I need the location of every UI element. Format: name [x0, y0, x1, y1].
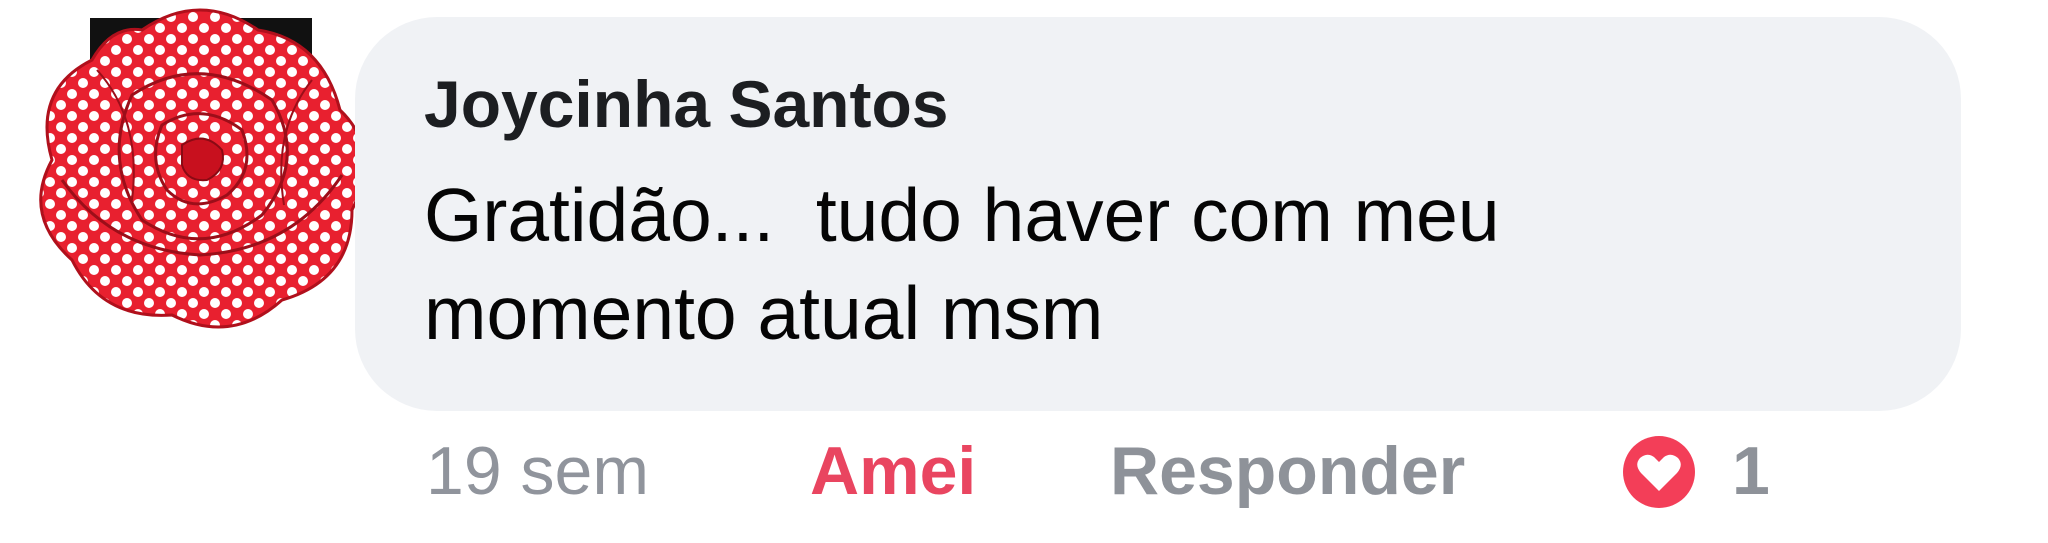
heart-icon[interactable] [1623, 436, 1695, 508]
reply-button[interactable]: Responder [1110, 426, 1465, 516]
comment-text: Gratidão... tudo haver com meu momento a… [424, 173, 1500, 355]
comment-timestamp[interactable]: 19 sem [426, 426, 649, 516]
comment-author[interactable]: Joycinha Santos [424, 66, 949, 142]
rose-avatar-image [39, 8, 366, 329]
like-button[interactable]: Amei [810, 426, 976, 516]
avatar[interactable] [22, 0, 378, 340]
reaction-count[interactable]: 1 [1732, 426, 1770, 516]
